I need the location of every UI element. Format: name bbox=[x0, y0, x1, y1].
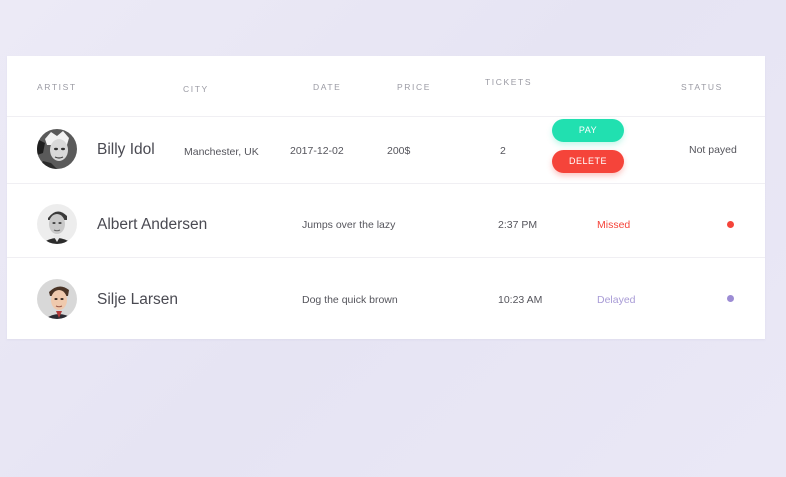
avatar bbox=[37, 129, 77, 169]
avatar bbox=[37, 279, 77, 319]
status-dot bbox=[727, 221, 734, 228]
events-table: ARTIST CITY DATE PRICE TICKETS STATUS Bi… bbox=[7, 56, 765, 339]
header-date: DATE bbox=[313, 82, 342, 92]
state-text: Missed bbox=[597, 219, 631, 231]
state-text: Delayed bbox=[597, 294, 636, 306]
header-status: STATUS bbox=[681, 82, 723, 92]
header-city: CITY bbox=[183, 84, 209, 94]
avatar bbox=[37, 204, 77, 244]
city-cell: Manchester, UK bbox=[184, 146, 259, 158]
price-cell: 200$ bbox=[387, 145, 411, 157]
header-price: PRICE bbox=[397, 82, 431, 92]
time-cell: 2:37 PM bbox=[498, 219, 538, 231]
artist-name: Albert Andersen bbox=[97, 216, 208, 233]
divider bbox=[7, 116, 765, 117]
delete-button[interactable]: DELETE bbox=[552, 150, 624, 173]
status-dot bbox=[727, 295, 734, 302]
divider bbox=[7, 257, 765, 258]
divider bbox=[7, 183, 765, 184]
tickets-cell: 2 bbox=[500, 145, 506, 157]
status-text: Not payed bbox=[689, 144, 737, 156]
artist-name: Billy Idol bbox=[97, 141, 155, 158]
artist-name: Silje Larsen bbox=[97, 291, 178, 308]
description-cell: Jumps over the lazy bbox=[302, 219, 396, 231]
description-cell: Dog the quick brown bbox=[302, 294, 398, 306]
header-artist: ARTIST bbox=[37, 82, 77, 92]
pay-button[interactable]: PAY bbox=[552, 119, 624, 142]
date-cell: 2017-12-02 bbox=[290, 145, 344, 157]
time-cell: 10:23 AM bbox=[498, 294, 543, 306]
header-tickets: TICKETS bbox=[485, 77, 533, 87]
